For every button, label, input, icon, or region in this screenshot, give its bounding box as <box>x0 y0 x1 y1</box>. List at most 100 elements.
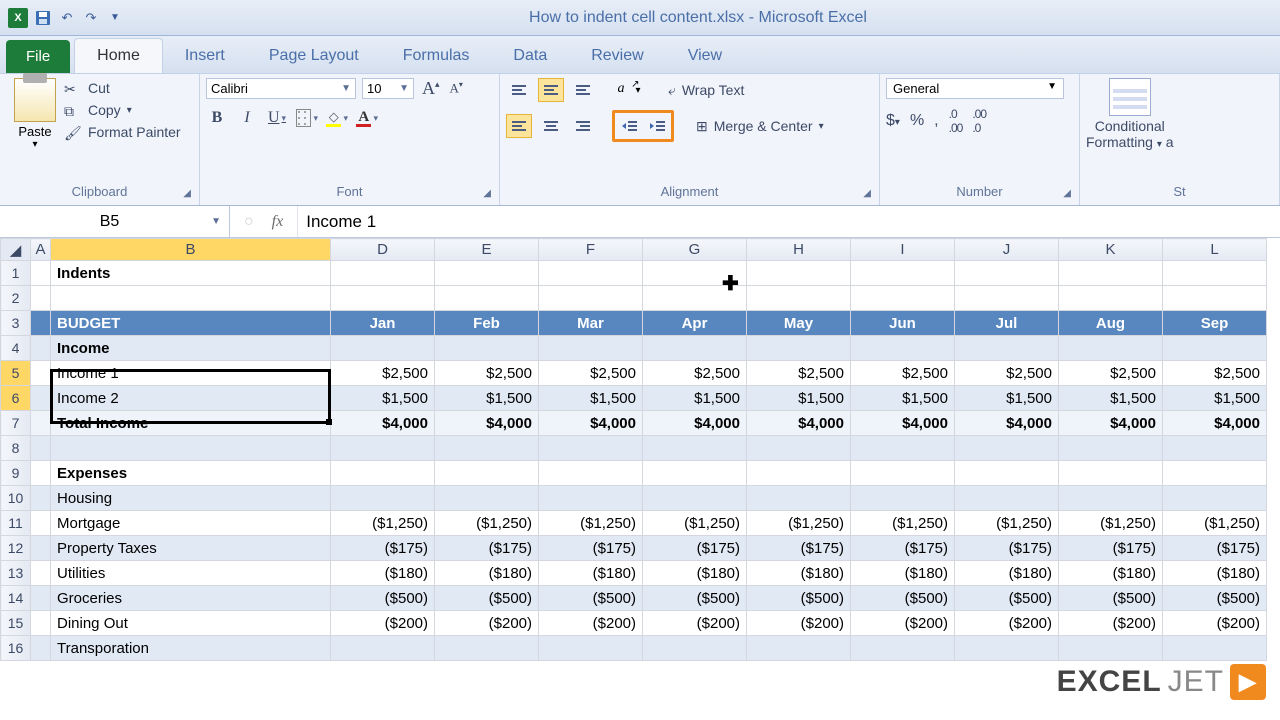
tab-view[interactable]: View <box>666 39 744 73</box>
cell[interactable] <box>1059 436 1163 461</box>
cell[interactable] <box>331 286 435 311</box>
cell[interactable]: ($175) <box>955 536 1059 561</box>
cell[interactable]: $4,000 <box>851 411 955 436</box>
cell[interactable]: Property Taxes <box>51 536 331 561</box>
number-format-combo[interactable]: General▼ <box>886 78 1064 99</box>
cell[interactable] <box>331 486 435 511</box>
cell[interactable] <box>1059 336 1163 361</box>
cell[interactable]: $2,500 <box>331 361 435 386</box>
cell[interactable] <box>1059 636 1163 661</box>
tab-data[interactable]: Data <box>491 39 569 73</box>
cell[interactable]: Housing <box>51 486 331 511</box>
cell[interactable] <box>747 636 851 661</box>
cell[interactable]: $1,500 <box>435 386 539 411</box>
cell[interactable]: Jun <box>851 311 955 336</box>
underline-button[interactable]: U▾ <box>266 107 288 129</box>
col-header[interactable]: D <box>331 239 435 261</box>
cell[interactable]: ($1,250) <box>331 511 435 536</box>
cell[interactable] <box>643 336 747 361</box>
worksheet-grid[interactable]: ◢ A B D E F G H I J K L 1Indents23BUDGET… <box>0 238 1280 661</box>
cell[interactable]: Aug <box>1059 311 1163 336</box>
cell[interactable] <box>435 336 539 361</box>
cell[interactable] <box>331 636 435 661</box>
cell[interactable]: ($200) <box>747 611 851 636</box>
cell[interactable] <box>747 286 851 311</box>
select-all-corner[interactable]: ◢ <box>1 239 31 261</box>
cell[interactable] <box>31 286 51 311</box>
bold-button[interactable]: B <box>206 107 228 129</box>
cell[interactable]: Income <box>51 336 331 361</box>
font-color-button[interactable]: A▾ <box>356 107 378 129</box>
cell[interactable]: ($200) <box>955 611 1059 636</box>
cell[interactable] <box>31 536 51 561</box>
cell[interactable]: Transporation <box>51 636 331 661</box>
cell[interactable]: $4,000 <box>435 411 539 436</box>
cell[interactable] <box>747 486 851 511</box>
cell[interactable]: Groceries <box>51 586 331 611</box>
italic-button[interactable]: I <box>236 107 258 129</box>
cell[interactable]: $2,500 <box>1163 361 1267 386</box>
cell[interactable] <box>643 436 747 461</box>
col-header[interactable]: K <box>1059 239 1163 261</box>
row-header[interactable]: 2 <box>1 286 31 311</box>
cell[interactable] <box>51 436 331 461</box>
col-header[interactable]: E <box>435 239 539 261</box>
cell[interactable] <box>31 486 51 511</box>
cell[interactable]: ($1,250) <box>955 511 1059 536</box>
col-header[interactable]: G <box>643 239 747 261</box>
cell[interactable]: ($1,250) <box>435 511 539 536</box>
cell[interactable]: $4,000 <box>643 411 747 436</box>
cell[interactable]: ($500) <box>851 586 955 611</box>
grow-font-icon[interactable]: A▴ <box>420 78 442 99</box>
cell[interactable] <box>435 261 539 286</box>
row-header[interactable]: 15 <box>1 611 31 636</box>
cell[interactable] <box>31 511 51 536</box>
cell[interactable] <box>851 436 955 461</box>
cell[interactable]: $1,500 <box>747 386 851 411</box>
font-name-combo[interactable]: Calibri▼ <box>206 78 356 99</box>
col-header[interactable]: I <box>851 239 955 261</box>
cell[interactable]: $1,500 <box>643 386 747 411</box>
comma-button[interactable]: , <box>934 112 938 130</box>
cell[interactable]: ($1,250) <box>1163 511 1267 536</box>
cell[interactable]: $1,500 <box>539 386 643 411</box>
cell[interactable] <box>31 611 51 636</box>
cell[interactable]: $4,000 <box>747 411 851 436</box>
cell[interactable]: ($175) <box>1059 536 1163 561</box>
cell[interactable]: $2,500 <box>851 361 955 386</box>
tab-formulas[interactable]: Formulas <box>381 39 492 73</box>
col-header[interactable]: B <box>51 239 331 261</box>
cell[interactable] <box>435 286 539 311</box>
cell[interactable]: ($175) <box>747 536 851 561</box>
cell[interactable] <box>1163 486 1267 511</box>
cell[interactable]: $2,500 <box>539 361 643 386</box>
cell[interactable]: Indents <box>51 261 331 286</box>
cell[interactable]: $1,500 <box>331 386 435 411</box>
cell[interactable] <box>1163 286 1267 311</box>
borders-button[interactable]: ▾ <box>296 107 318 129</box>
col-header[interactable]: J <box>955 239 1059 261</box>
cell[interactable]: $2,500 <box>955 361 1059 386</box>
cell[interactable] <box>31 361 51 386</box>
cell[interactable]: ($500) <box>539 586 643 611</box>
cell[interactable] <box>31 561 51 586</box>
cell[interactable] <box>955 636 1059 661</box>
cell[interactable]: $1,500 <box>1059 386 1163 411</box>
row-header[interactable]: 14 <box>1 586 31 611</box>
row-header[interactable]: 7 <box>1 411 31 436</box>
col-header[interactable]: F <box>539 239 643 261</box>
cell[interactable]: Expenses <box>51 461 331 486</box>
cell[interactable]: ($1,250) <box>851 511 955 536</box>
cell[interactable] <box>851 636 955 661</box>
qat-dropdown-icon[interactable]: ▼ <box>106 9 124 27</box>
cell[interactable] <box>435 436 539 461</box>
row-header[interactable]: 13 <box>1 561 31 586</box>
cell[interactable]: Feb <box>435 311 539 336</box>
cell[interactable] <box>31 461 51 486</box>
tab-insert[interactable]: Insert <box>163 39 247 73</box>
increase-indent-button[interactable] <box>644 114 670 138</box>
cell[interactable] <box>331 261 435 286</box>
align-middle-button[interactable] <box>538 78 564 102</box>
cell[interactable]: $2,500 <box>747 361 851 386</box>
row-header[interactable]: 10 <box>1 486 31 511</box>
